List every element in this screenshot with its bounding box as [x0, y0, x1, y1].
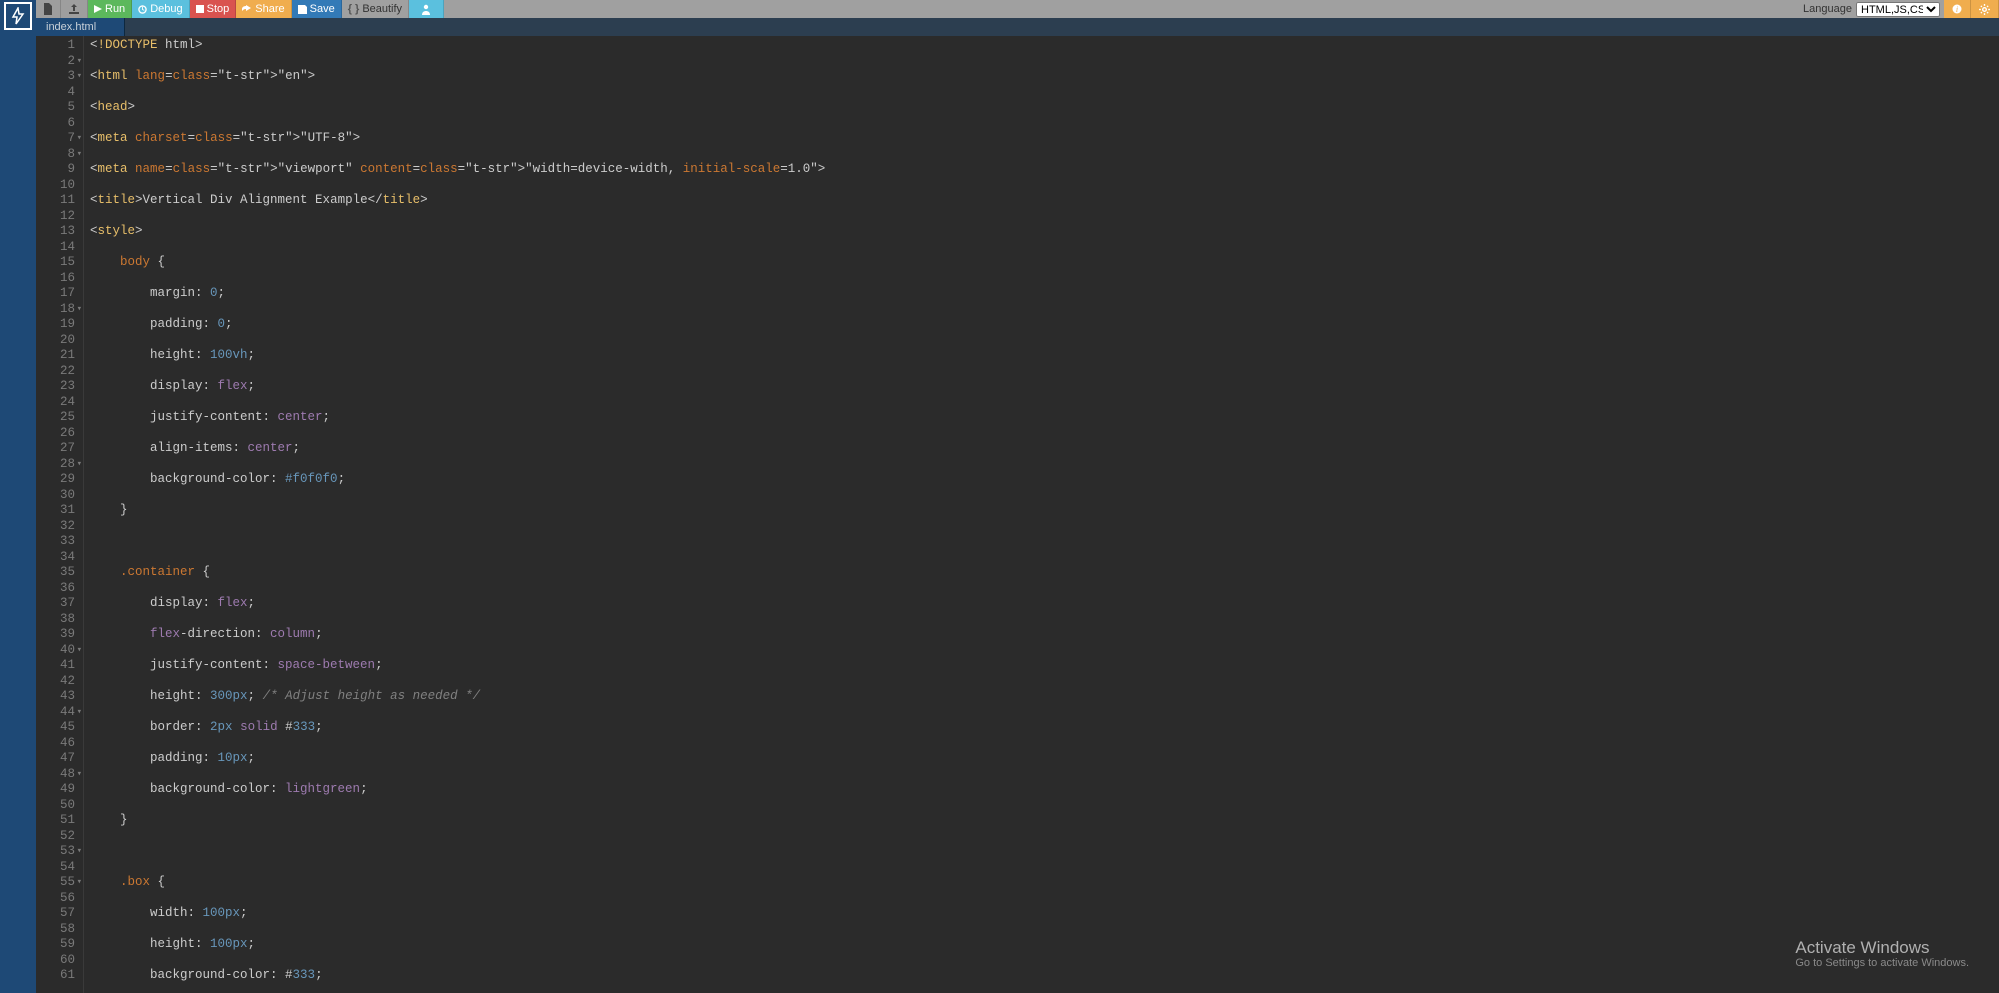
user-icon: [421, 4, 431, 15]
language-group: Language HTML,JS,CSS: [1799, 0, 1944, 18]
info-icon: i: [1952, 4, 1962, 14]
gear-icon: [1979, 4, 1990, 15]
language-label: Language: [1803, 3, 1852, 15]
beautify-button[interactable]: { } Beautify: [342, 0, 409, 18]
play-icon: [94, 5, 102, 13]
debug-icon: [138, 5, 147, 14]
app-logo: [4, 2, 32, 30]
braces-icon: { }: [348, 3, 360, 15]
stop-icon: [196, 5, 204, 13]
user-button[interactable]: [409, 0, 444, 18]
beautify-label: Beautify: [362, 3, 402, 15]
share-icon: [242, 5, 252, 14]
file-tab-label: index.html: [46, 21, 96, 33]
watermark-subtitle: Go to Settings to activate Windows.: [1795, 956, 1969, 972]
code-editor[interactable]: 12▾3▾4567▾8▾9101112131415161718▾19202122…: [36, 36, 1999, 993]
new-file-button[interactable]: [36, 0, 61, 18]
stop-button[interactable]: Stop: [190, 0, 237, 18]
left-sidebar: [0, 0, 36, 993]
settings-button[interactable]: [1971, 0, 1999, 18]
tab-strip: index.html: [36, 18, 1999, 36]
watermark-title: Activate Windows: [1795, 940, 1969, 956]
svg-text:i: i: [1956, 5, 1958, 14]
upload-button[interactable]: [61, 0, 88, 18]
line-number-gutter: 12▾3▾4567▾8▾9101112131415161718▾19202122…: [36, 36, 84, 993]
language-select[interactable]: HTML,JS,CSS: [1856, 2, 1940, 17]
save-button[interactable]: Save: [292, 0, 342, 18]
save-icon: [298, 5, 307, 14]
debug-button[interactable]: Debug: [132, 0, 189, 18]
debug-label: Debug: [150, 3, 182, 15]
save-label: Save: [310, 3, 335, 15]
help-button[interactable]: i: [1944, 0, 1971, 18]
file-icon: [43, 3, 53, 15]
run-button[interactable]: Run: [88, 0, 132, 18]
toolbar: Run Debug Stop Share Save { } Beautify: [36, 0, 1999, 18]
file-tab-index[interactable]: index.html: [36, 18, 125, 36]
stop-label: Stop: [207, 3, 230, 15]
run-label: Run: [105, 3, 125, 15]
code-content[interactable]: <!DOCTYPE html> <html lang=class="t-str"…: [84, 36, 1999, 993]
windows-activation-watermark: Activate Windows Go to Settings to activ…: [1795, 940, 1969, 971]
share-label: Share: [255, 3, 284, 15]
share-button[interactable]: Share: [236, 0, 291, 18]
upload-icon: [68, 4, 80, 14]
